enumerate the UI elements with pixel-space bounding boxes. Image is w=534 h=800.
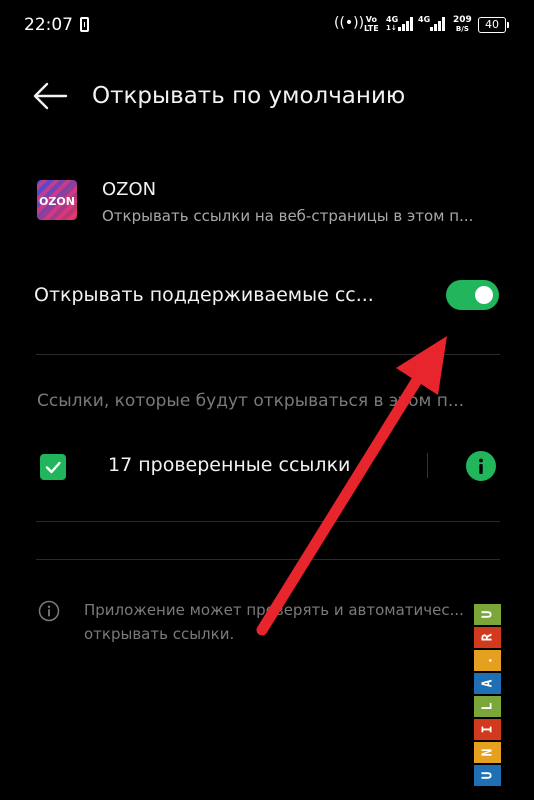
verified-links-label[interactable]: 17 проверенные ссылки — [108, 454, 350, 476]
volte-indicator: Vo LTE — [364, 15, 379, 33]
unila-watermark: UR.ALINU — [474, 604, 501, 788]
toggle-knob — [475, 286, 493, 304]
signal-2-label: 4G — [418, 15, 431, 24]
info-outline-icon — [38, 600, 60, 622]
hotspot-icon: ((•)) — [334, 15, 365, 31]
divider — [36, 354, 500, 355]
app-description: Открывать ссылки на веб-страницы в этом … — [102, 207, 474, 225]
info-button[interactable] — [466, 451, 496, 481]
signal-1-sub: 1↓ — [386, 24, 397, 32]
back-button[interactable] — [30, 78, 70, 114]
speed-value: 209 — [453, 15, 472, 25]
divider — [36, 559, 500, 560]
signal-2-icon — [430, 17, 445, 31]
open-supported-links-toggle[interactable] — [446, 280, 499, 310]
network-speed: 209 B/S — [453, 16, 472, 34]
ozon-icon-text: OZON — [39, 195, 75, 208]
speed-unit: B/S — [455, 25, 469, 33]
note-line-1: Приложение может проверять и автоматичес… — [84, 601, 464, 619]
links-section-header: Ссылки, которые будут открываться в этом… — [37, 391, 465, 411]
divider — [36, 521, 500, 522]
watermark-letter: U — [474, 765, 501, 786]
note-line-2: открывать ссылки. — [84, 625, 235, 643]
verified-links-checkbox[interactable] — [40, 454, 66, 480]
battery-icon: 40 — [478, 17, 509, 33]
watermark-letter: I — [474, 719, 501, 740]
check-icon — [45, 461, 61, 474]
watermark-letter: R — [474, 627, 501, 648]
signal-1: 4G 1↓ — [386, 15, 398, 33]
app-name: OZON — [102, 179, 157, 200]
watermark-letter: U — [474, 604, 501, 625]
vertical-separator — [427, 453, 428, 478]
arrow-left-icon — [33, 82, 68, 110]
watermark-letter: . — [474, 650, 501, 671]
info-icon — [479, 458, 483, 474]
volte-bottom: LTE — [364, 24, 379, 33]
watermark-letter: A — [474, 673, 501, 694]
signal-1-label: 4G — [386, 15, 399, 24]
signal-icon — [398, 17, 413, 31]
volte-top: Vo — [365, 15, 377, 24]
page-title: Открывать по умолчанию — [92, 83, 406, 109]
watermark-letter: N — [474, 742, 501, 763]
phone-icon — [80, 17, 89, 32]
ozon-app-icon: OZON — [37, 180, 77, 220]
watermark-letter: L — [474, 696, 501, 717]
status-time: 22:07 — [24, 15, 73, 35]
open-supported-links-label: Открывать поддерживаемые сс... — [34, 284, 374, 306]
note-text: Приложение может проверять и автоматичес… — [84, 598, 484, 646]
